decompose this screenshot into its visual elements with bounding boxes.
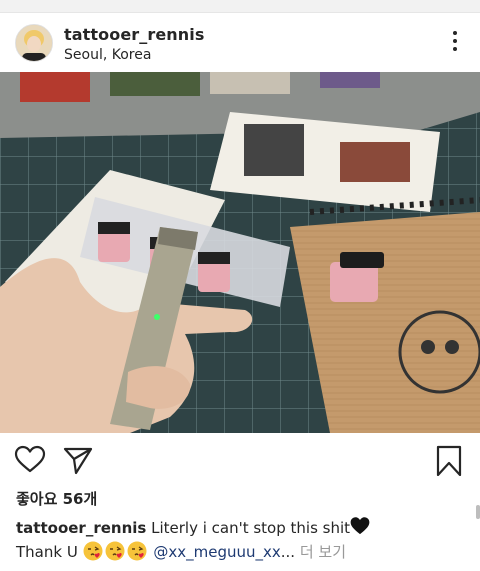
heart-icon[interactable] [14, 444, 46, 476]
black-heart-emoji [350, 517, 372, 537]
more-vertical-icon[interactable] [448, 31, 462, 53]
send-icon[interactable] [62, 444, 94, 476]
post-caption: tattooer_rennis Literly i can't stop thi… [16, 516, 372, 538]
post-location[interactable]: Seoul, Korea [64, 47, 151, 63]
caption-line-2: Thank U @xx_meguuu_xx... 더 보기 [16, 541, 346, 562]
avatar[interactable] [15, 24, 53, 62]
more-caption-link[interactable]: 더 보기 [300, 543, 346, 561]
caption-line2-text: Thank U [16, 543, 78, 561]
face-blowing-kiss-emoji [105, 541, 127, 561]
post-photo[interactable] [0, 72, 480, 433]
mention-link[interactable]: @xx_meguuu_xx [153, 543, 280, 561]
bookmark-icon[interactable] [433, 444, 465, 477]
post-username[interactable]: tattooer_rennis [64, 25, 205, 44]
caption-ellipsis: ... [280, 543, 296, 561]
caption-username[interactable]: tattooer_rennis [16, 519, 146, 537]
scrollbar[interactable] [476, 505, 480, 519]
caption-text: Literly i can't stop this shit [151, 519, 351, 537]
post-header: tattooer_rennis Seoul, Korea [0, 14, 480, 72]
face-blowing-kiss-emoji [127, 541, 149, 561]
likes-count[interactable]: 좋아요 56개 [16, 488, 97, 509]
status-bar-strip [0, 0, 480, 13]
post-actions [0, 438, 480, 478]
face-blowing-kiss-emoji [83, 541, 105, 561]
